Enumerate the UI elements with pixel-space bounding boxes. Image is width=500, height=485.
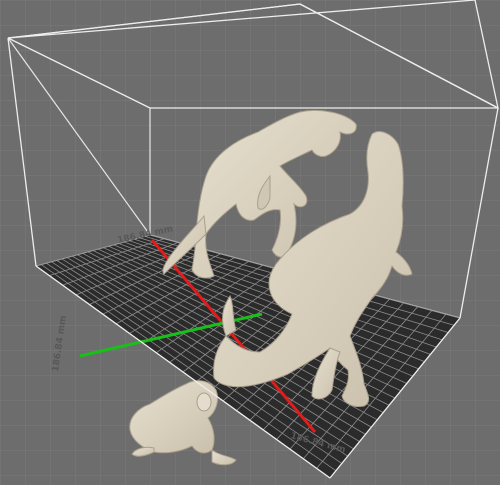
- scene-canvas[interactable]: 186.84 mm 186.84 mm 186.84 mm: [0, 0, 500, 485]
- 3d-viewport[interactable]: 186.84 mm 186.84 mm 186.84 mm: [0, 0, 500, 485]
